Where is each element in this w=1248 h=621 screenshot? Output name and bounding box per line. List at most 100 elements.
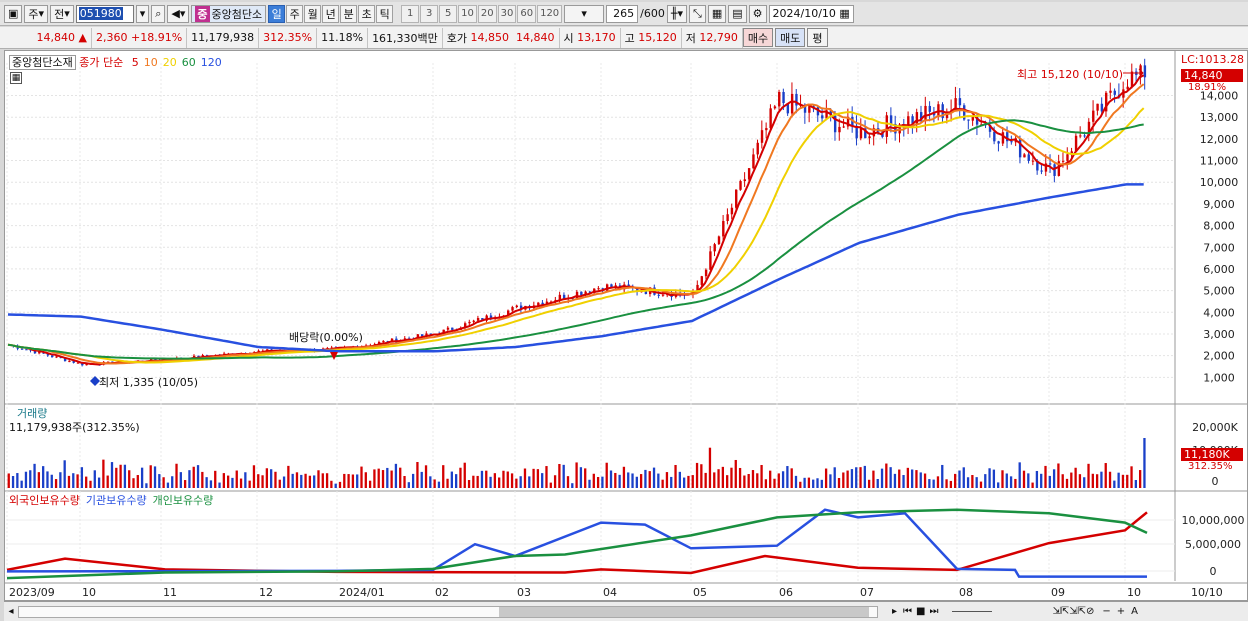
x-tick-label: 05	[693, 586, 707, 599]
scroll-left-icon[interactable]: ◂	[4, 606, 18, 617]
x-tick-label: 08	[959, 586, 973, 599]
x-tick-label: 11	[163, 586, 177, 599]
chart-menu-icon[interactable]: ▣	[4, 4, 23, 23]
volume-bar	[971, 475, 974, 488]
volume-bar	[1022, 470, 1026, 488]
tick-5[interactable]: 30	[497, 4, 517, 23]
grid-icon[interactable]: ▦	[707, 4, 727, 23]
volume-bar	[192, 466, 195, 488]
low-annotation: 최저 1,335 (10/05)	[99, 376, 199, 389]
search-icon[interactable]: ⌕	[151, 4, 166, 23]
volume-bar	[24, 471, 28, 488]
volume-bar	[308, 475, 312, 488]
volume-bar	[571, 483, 574, 488]
volume-bar	[1078, 474, 1082, 488]
scroll-thumb[interactable]	[499, 606, 869, 617]
volume-bar	[614, 472, 617, 488]
zoom-out-icon[interactable]: −	[1102, 606, 1110, 617]
period-2[interactable]: 월	[304, 4, 322, 23]
candle-body	[885, 115, 888, 137]
volume-bar	[498, 477, 501, 488]
gear-icon[interactable]: ⚙	[748, 4, 767, 23]
volume-bar	[738, 467, 742, 488]
nav-last-icon[interactable]: ⏭	[929, 606, 938, 617]
volume-bar	[1031, 482, 1034, 488]
adj-select[interactable]: 전 ▾	[50, 4, 74, 23]
eval-button[interactable]: 평	[807, 28, 828, 47]
volume-bar	[773, 478, 776, 488]
volume-bar	[997, 482, 1000, 488]
font-size-icon[interactable]: A	[1131, 606, 1138, 617]
tick-3[interactable]: 10	[458, 4, 477, 23]
date-input[interactable]: 2024/10/10 ▦	[768, 4, 854, 23]
legend-toggle-icon[interactable]: ▦	[10, 72, 22, 84]
candle-body	[722, 221, 725, 237]
tick-2[interactable]: 5	[439, 4, 458, 23]
custom-tick-select[interactable]: ▾	[564, 4, 605, 23]
stock-code-input[interactable]: 051980	[75, 4, 134, 23]
nav-first-icon[interactable]: ⏮	[903, 606, 912, 617]
price-tick-label: 11,000	[1200, 155, 1239, 168]
code-dropdown-icon[interactable]: ▾	[135, 4, 150, 23]
volume-bar	[145, 483, 148, 488]
volume-bar	[166, 482, 170, 488]
candle-body	[1096, 103, 1099, 111]
tick-1[interactable]: 3	[420, 4, 439, 23]
volume-bar	[682, 477, 686, 488]
candle-body	[1100, 103, 1104, 112]
volume-tick-label: 20,000K	[1192, 421, 1238, 434]
period-3[interactable]: 년	[322, 4, 340, 23]
volume-ratio-tag: 312.35%	[1188, 461, 1233, 472]
tick-0[interactable]: 1	[401, 4, 420, 23]
stock-code-value: 051980	[78, 7, 123, 20]
volume-bar	[803, 477, 806, 488]
drawing-icon[interactable]: ⤡	[689, 4, 706, 23]
zoom-tools-icon[interactable]: ⇲⇱⇲⇱⊘	[1052, 606, 1094, 617]
volume-bar	[42, 466, 45, 488]
volume-bar	[1040, 473, 1043, 488]
period-0[interactable]: 일	[268, 4, 286, 23]
type-select[interactable]: 주 ▾	[24, 4, 49, 23]
volume-bar	[149, 465, 152, 488]
volume-bar	[424, 465, 428, 488]
volume-bar	[476, 475, 479, 488]
period-5[interactable]: 초	[358, 4, 376, 23]
period-4[interactable]: 분	[340, 4, 358, 23]
candle-body	[451, 327, 454, 330]
stock-name-field[interactable]: 중 중앙첨단소	[191, 4, 267, 23]
volume-bar	[356, 474, 359, 488]
volume-bar	[218, 482, 221, 488]
candle-body	[1027, 154, 1030, 161]
buy-button[interactable]: 매수	[742, 28, 774, 47]
volume-bars-group	[7, 438, 1146, 488]
tick-6[interactable]: 60	[517, 4, 537, 23]
volume-bar	[730, 467, 733, 488]
volume-bar	[1065, 478, 1069, 488]
zoom-slider[interactable]	[952, 611, 993, 612]
volume-bar	[1091, 473, 1094, 488]
save-icon[interactable]: ▤	[728, 4, 747, 23]
nav-next-icon[interactable]: ▸	[892, 606, 897, 617]
volume-bar	[437, 481, 441, 488]
x-tick-label: 10	[1127, 586, 1141, 599]
price-tick-label: 7,000	[1203, 241, 1235, 254]
speaker-icon[interactable]: ◀▾	[167, 4, 190, 23]
count-input[interactable]: 265	[606, 4, 639, 23]
tick-4[interactable]: 20	[477, 4, 497, 23]
tick-7[interactable]: 120	[537, 4, 563, 23]
volume-bar	[928, 479, 931, 488]
volume-bar	[1044, 465, 1047, 488]
zoom-in-icon[interactable]: +	[1117, 606, 1125, 617]
volume-bar	[467, 480, 471, 488]
volume-bar	[416, 462, 419, 488]
scroll-track[interactable]	[18, 605, 878, 618]
nav-stop-icon[interactable]: ■	[916, 606, 925, 617]
volume-tick-label: 0	[1212, 475, 1219, 488]
period-1[interactable]: 주	[286, 4, 304, 23]
chart-area[interactable]: 14,000 13,000 12,000 11,000 10,000 9,000 8,000…	[4, 50, 1248, 601]
sell-button[interactable]: 매도	[775, 28, 806, 47]
candle-body	[713, 244, 716, 252]
scroll-bar[interactable]: ◂ ▸ ⏮ ■ ⏭ ⇲⇱⇲⇱⊘ − + A	[4, 601, 1248, 621]
candle-icon[interactable]: ╫▾	[666, 4, 688, 23]
period-6[interactable]: 틱	[376, 4, 394, 23]
